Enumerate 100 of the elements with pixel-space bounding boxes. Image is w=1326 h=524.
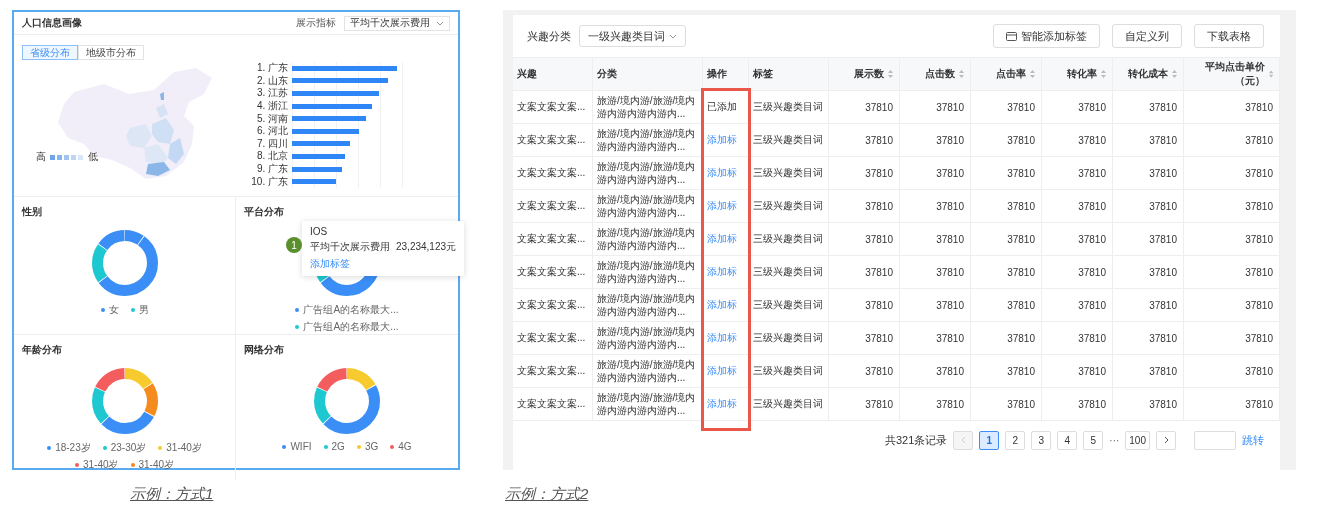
add-tag-link[interactable]: 添加标 bbox=[707, 133, 737, 147]
table-cell: 37810 bbox=[971, 256, 1042, 289]
table-cell: 37810 bbox=[1042, 355, 1113, 388]
page-button[interactable]: 3 bbox=[1031, 430, 1052, 450]
next-page-button[interactable] bbox=[1156, 430, 1176, 450]
add-tag-link[interactable]: 添加标 bbox=[707, 298, 737, 312]
jump-link[interactable]: 跳转 bbox=[1242, 432, 1264, 448]
chart-title: 年龄分布 bbox=[22, 343, 63, 357]
table-cell: 文案文案文案... bbox=[513, 190, 593, 223]
bar-label: 8. 北京 bbox=[255, 150, 288, 163]
table-cell: 旅游/境内游/旅游/境内游内游内游内游内... bbox=[593, 355, 703, 388]
table-cell: 37810 bbox=[971, 124, 1042, 157]
table-cell: 37810 bbox=[1184, 289, 1280, 322]
column-header[interactable]: 展示数 bbox=[829, 58, 900, 91]
column-header: 兴趣 bbox=[513, 58, 593, 91]
table-cell: 旅游/境内游/旅游/境内游内游内游内游内... bbox=[593, 223, 703, 256]
table-cell: 37810 bbox=[1184, 91, 1280, 124]
tooltip-label: 平均千次展示费用 bbox=[310, 240, 390, 254]
page-button[interactable]: 2 bbox=[1005, 430, 1026, 450]
page-button[interactable]: 1 bbox=[979, 430, 1000, 450]
add-tag-link[interactable]: 添加标 bbox=[707, 265, 737, 279]
page-button[interactable]: 4 bbox=[1057, 430, 1078, 450]
add-tag-link[interactable]: 添加标 bbox=[707, 166, 737, 180]
table-cell: 旅游/境内游/旅游/境内游内游内游内游内... bbox=[593, 91, 703, 124]
page-button[interactable]: 5 bbox=[1083, 430, 1104, 450]
add-tag-link[interactable]: 添加标 bbox=[707, 199, 737, 213]
table-cell: 旅游/境内游/旅游/境内游内游内游内游内... bbox=[593, 256, 703, 289]
bar-label: 10. 广东 bbox=[250, 175, 288, 188]
column-header[interactable]: 平均点击单价（元） bbox=[1184, 58, 1280, 91]
table-cell: 旅游/境内游/旅游/境内游内游内游内游内... bbox=[593, 124, 703, 157]
table-cell: 37810 bbox=[900, 223, 971, 256]
table-cell: 37810 bbox=[1113, 124, 1184, 157]
table-cell: 37810 bbox=[1113, 322, 1184, 355]
bar-label: 5. 河南 bbox=[255, 112, 288, 125]
page-button[interactable]: 100 bbox=[1125, 430, 1150, 450]
legend-label: 3G bbox=[364, 441, 379, 452]
sort-icon[interactable] bbox=[1030, 70, 1035, 78]
table-cell: 37810 bbox=[1042, 223, 1113, 256]
table-cell: 37810 bbox=[900, 124, 971, 157]
add-tag-link[interactable]: 添加标 bbox=[707, 397, 737, 411]
sort-icon[interactable] bbox=[888, 70, 893, 78]
number-marker: 1 bbox=[286, 237, 302, 253]
table-cell: 文案文案文案... bbox=[513, 223, 593, 256]
legend-label: 广告组A的名称最大... bbox=[303, 303, 399, 317]
legend-label: 广告组A的名称最大... bbox=[303, 320, 399, 334]
figure-caption: 示例：方式2 bbox=[505, 485, 589, 502]
add-tag-link[interactable]: 添加标 bbox=[707, 364, 737, 378]
table-cell: 37810 bbox=[1042, 124, 1113, 157]
legend-label: 23-30岁 bbox=[110, 441, 147, 455]
add-tag-link[interactable]: 添加标 bbox=[707, 232, 737, 246]
record-count: 共321条记录 bbox=[884, 432, 948, 448]
column-header[interactable]: 点击率 bbox=[971, 58, 1042, 91]
table-cell: 37810 bbox=[900, 157, 971, 190]
table-cell: 37810 bbox=[829, 91, 900, 124]
column-header[interactable]: 点击数 bbox=[900, 58, 971, 91]
bar-label: 2. 山东 bbox=[255, 74, 288, 87]
field-label: 展示指标 bbox=[296, 16, 336, 30]
field-label: 兴趣分类 bbox=[527, 28, 571, 44]
panel-title: 人口信息画像 bbox=[22, 16, 83, 30]
toolbar-button[interactable]: 下载表格 bbox=[1194, 24, 1264, 48]
sort-icon[interactable] bbox=[1101, 70, 1106, 78]
bar-label: 6. 河北 bbox=[255, 125, 288, 138]
chevron-down-icon bbox=[436, 20, 444, 26]
figure-caption: 示例：方式1 bbox=[130, 485, 214, 502]
table-cell: 37810 bbox=[1042, 91, 1113, 124]
card-icon bbox=[1006, 31, 1017, 41]
table-cell: 37810 bbox=[1113, 355, 1184, 388]
column-header[interactable]: 转化成本 bbox=[1113, 58, 1184, 91]
table-cell: 文案文案文案... bbox=[513, 91, 593, 124]
donut-chart bbox=[89, 366, 160, 436]
select-field[interactable]: 一级兴趣类目词 bbox=[579, 25, 686, 47]
legend-label: 4G bbox=[398, 441, 412, 452]
add-tag-link[interactable]: 添加标签 bbox=[310, 257, 457, 271]
toolbar-button[interactable]: 自定义列 bbox=[1112, 24, 1182, 48]
table-cell: 37810 bbox=[829, 355, 900, 388]
table-cell: 37810 bbox=[900, 388, 971, 421]
table-cell: 三级兴趣类目词 bbox=[749, 388, 829, 421]
table-cell: 37810 bbox=[1184, 355, 1280, 388]
sort-icon[interactable] bbox=[1268, 70, 1273, 78]
tab[interactable]: 地级市分布 bbox=[78, 45, 144, 60]
table-cell: 37810 bbox=[1042, 157, 1113, 190]
table-cell: 三级兴趣类目词 bbox=[749, 223, 829, 256]
sort-icon[interactable] bbox=[959, 70, 964, 78]
color-scale-icon bbox=[50, 154, 84, 160]
add-tag-link[interactable]: 添加标 bbox=[707, 331, 737, 345]
table-cell: 37810 bbox=[900, 91, 971, 124]
chart-title: 网络分布 bbox=[244, 343, 285, 357]
smart-tag-button[interactable]: 智能添加标签 bbox=[993, 24, 1100, 48]
donut-chart bbox=[312, 366, 382, 436]
column-header[interactable]: 转化率 bbox=[1042, 58, 1113, 91]
legend-label: 2G bbox=[331, 441, 345, 452]
chart-title: 性别 bbox=[22, 205, 43, 219]
table-cell: 37810 bbox=[829, 388, 900, 421]
sort-icon[interactable] bbox=[1172, 70, 1177, 78]
table-cell: 三级兴趣类目词 bbox=[749, 355, 829, 388]
bar-label: 4. 浙江 bbox=[255, 100, 288, 113]
select-field[interactable]: 平均千次展示费用 bbox=[344, 15, 450, 31]
table-cell: 旅游/境内游/旅游/境内游内游内游内游内... bbox=[593, 388, 703, 421]
legend-label: 高 bbox=[36, 150, 46, 164]
page-input[interactable] bbox=[1194, 430, 1236, 450]
